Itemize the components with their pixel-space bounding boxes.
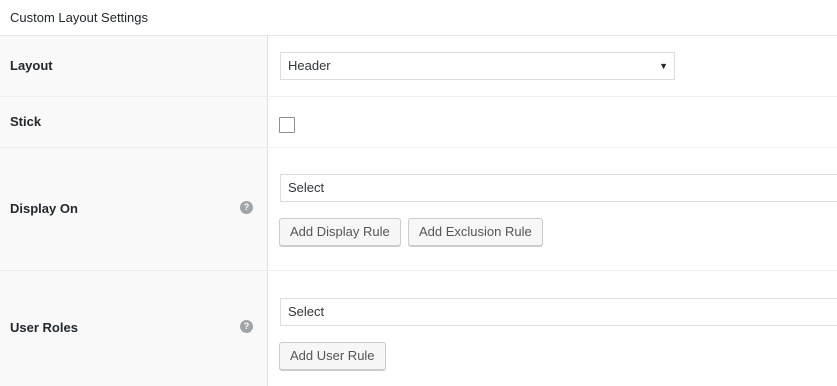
layout-row: Layout Header ▼ bbox=[0, 36, 837, 97]
chevron-down-icon: ▼ bbox=[659, 61, 668, 71]
layout-label: Layout bbox=[10, 58, 53, 73]
custom-layout-settings-panel: Custom Layout Settings Layout Header ▼ S… bbox=[0, 0, 837, 386]
display-on-select-placeholder: Select bbox=[288, 180, 325, 195]
panel-header: Custom Layout Settings bbox=[0, 0, 837, 36]
stick-checkbox[interactable] bbox=[279, 117, 295, 133]
display-on-label: Display On bbox=[10, 201, 78, 216]
add-exclusion-rule-button[interactable]: Add Exclusion Rule bbox=[408, 218, 543, 246]
user-roles-select[interactable]: Select bbox=[280, 298, 837, 326]
display-on-row: Display On ? Select Add Display Rule Add… bbox=[0, 148, 837, 271]
user-roles-row: User Roles ? Select Add User Rule bbox=[0, 271, 837, 386]
add-user-rule-button[interactable]: Add User Rule bbox=[279, 342, 386, 370]
add-display-rule-button[interactable]: Add Display Rule bbox=[279, 218, 401, 246]
panel-title: Custom Layout Settings bbox=[10, 10, 149, 25]
display-on-label-cell: Display On ? bbox=[0, 148, 268, 270]
stick-label: Stick bbox=[10, 114, 42, 129]
user-roles-label: User Roles bbox=[10, 320, 78, 335]
layout-select[interactable]: Header ▼ bbox=[280, 52, 675, 80]
help-icon[interactable]: ? bbox=[240, 201, 253, 214]
layout-label-cell: Layout bbox=[0, 36, 268, 96]
stick-label-cell: Stick bbox=[0, 97, 268, 147]
user-roles-select-placeholder: Select bbox=[288, 304, 325, 319]
display-on-select[interactable]: Select bbox=[280, 174, 837, 202]
layout-select-value: Header bbox=[288, 58, 331, 73]
user-roles-label-cell: User Roles ? bbox=[0, 271, 268, 386]
help-icon[interactable]: ? bbox=[240, 320, 253, 333]
stick-row: Stick bbox=[0, 97, 837, 148]
